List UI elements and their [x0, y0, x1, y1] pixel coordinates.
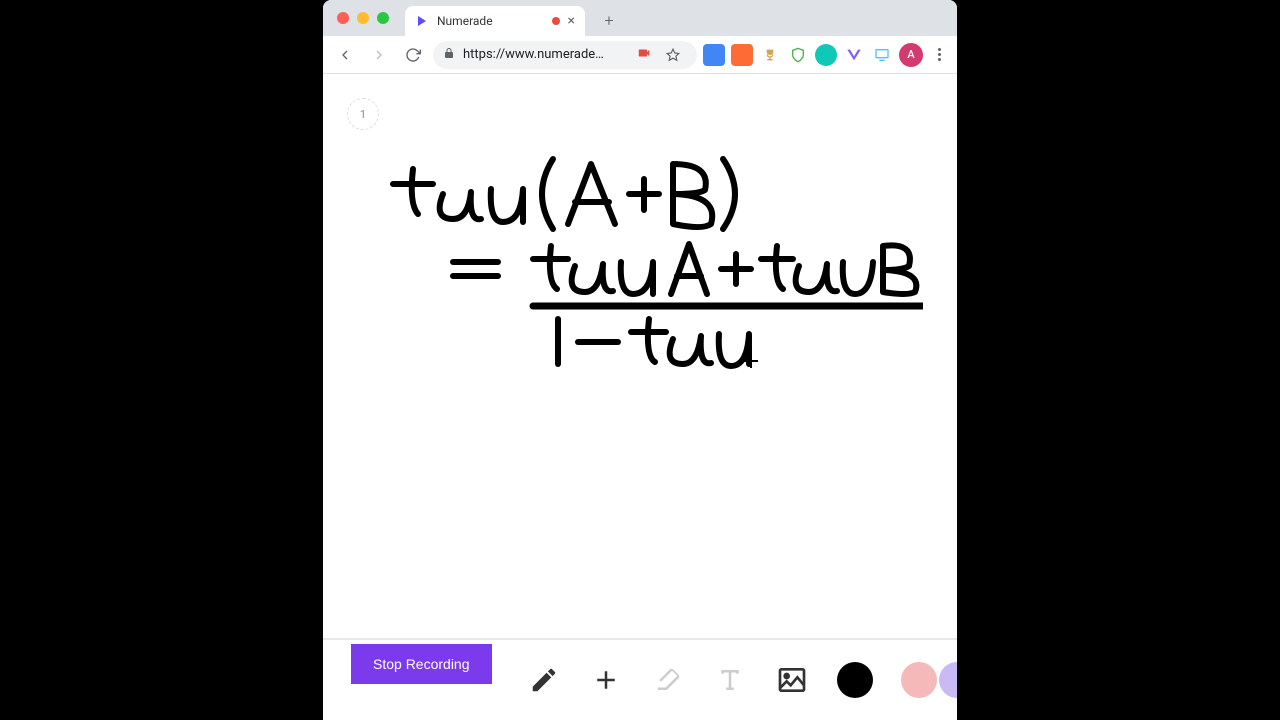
tab-title: Numerade — [437, 14, 493, 28]
camera-icon[interactable] — [637, 46, 651, 64]
menu-button[interactable] — [929, 48, 949, 61]
reload-button[interactable] — [399, 41, 427, 69]
handwriting-layer — [363, 134, 923, 414]
add-tool[interactable] — [589, 663, 623, 697]
trophy-icon[interactable] — [759, 44, 781, 66]
star-icon[interactable] — [659, 41, 687, 69]
extension-icon[interactable] — [843, 44, 865, 66]
extension-icon[interactable] — [731, 44, 753, 66]
tab-favicon — [415, 14, 429, 28]
stop-recording-button[interactable]: Stop Recording — [351, 644, 492, 684]
page-number-badge[interactable]: 1 — [347, 98, 379, 130]
lock-icon — [443, 47, 455, 63]
extension-icon[interactable] — [815, 44, 837, 66]
address-bar[interactable]: https://www.numerade… — [433, 41, 697, 69]
color-black[interactable] — [837, 662, 873, 698]
forward-button[interactable] — [365, 41, 393, 69]
tab-strip: Numerade × + — [323, 0, 957, 36]
page-number: 1 — [360, 108, 366, 121]
browser-tab[interactable]: Numerade × — [405, 6, 585, 36]
window-maximize-button[interactable] — [377, 12, 389, 24]
window-close-button[interactable] — [337, 12, 349, 24]
extension-icons — [703, 44, 893, 66]
image-tool[interactable] — [775, 663, 809, 697]
url-text: https://www.numerade… — [463, 47, 629, 62]
avatar-letter: A — [907, 48, 914, 61]
eraser-tool[interactable] — [651, 663, 685, 697]
stop-recording-label: Stop Recording — [373, 656, 470, 672]
color-pink[interactable] — [901, 662, 937, 698]
window-minimize-button[interactable] — [357, 12, 369, 24]
back-button[interactable] — [331, 41, 359, 69]
tab-close-button[interactable]: × — [568, 14, 575, 28]
traffic-lights — [337, 12, 389, 24]
cast-icon[interactable] — [871, 44, 893, 66]
extension-icon[interactable] — [703, 44, 725, 66]
browser-window: Numerade × + https://www.numerade… — [323, 0, 957, 720]
profile-avatar[interactable]: A — [899, 43, 923, 67]
text-tool[interactable] — [713, 663, 747, 697]
recording-indicator-icon — [552, 17, 560, 25]
browser-toolbar: https://www.numerade… — [323, 36, 957, 74]
pen-tool[interactable] — [527, 663, 561, 697]
whiteboard-canvas[interactable]: 1 — [323, 74, 957, 720]
new-tab-button[interactable]: + — [597, 8, 621, 32]
shield-icon[interactable] — [787, 44, 809, 66]
